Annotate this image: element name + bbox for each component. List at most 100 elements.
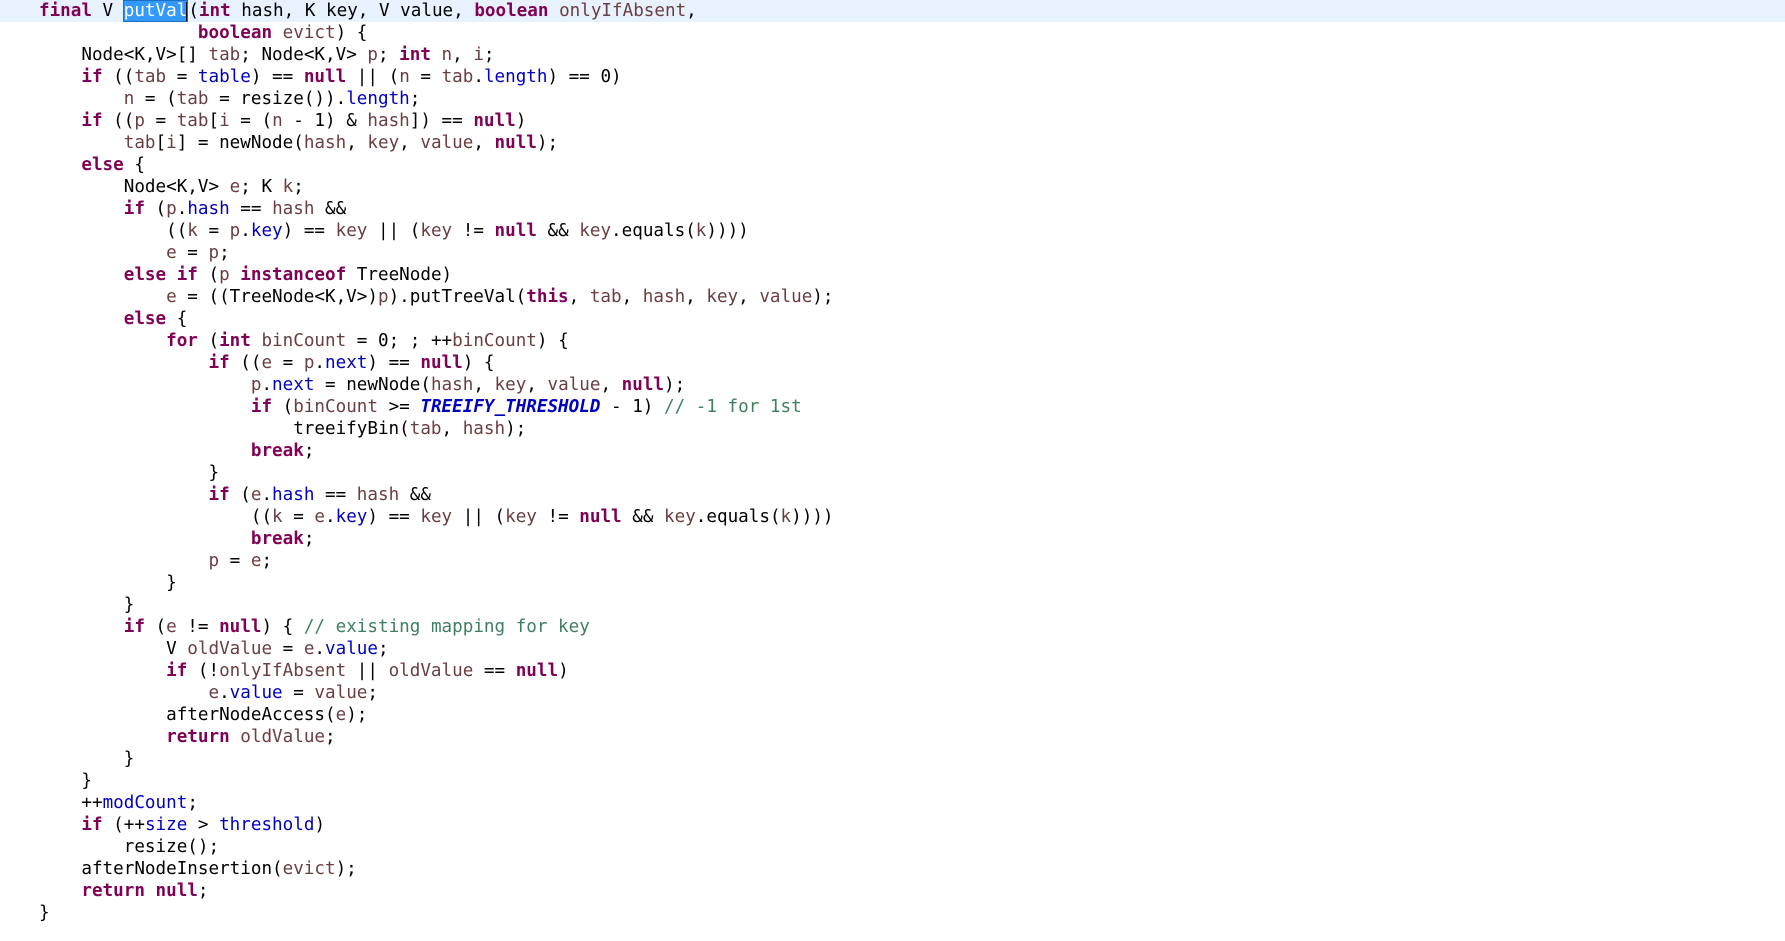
code-line[interactable]: e.value = value; [0,682,1785,704]
code-line[interactable]: for (int binCount = 0; ; ++binCount) { [0,330,1785,352]
variable-token: e [261,353,273,373]
code-line[interactable]: V oldValue = e.value; [0,638,1785,660]
code-token: - 1) & [282,111,368,131]
code-line[interactable]: if (p.hash == hash && [0,198,1785,220]
variable-token: key [706,287,739,307]
code-line[interactable]: tab[i] = newNode(hash, key, value, null)… [0,132,1785,154]
code-line[interactable]: } [0,572,1785,594]
code-line[interactable]: if ((e = p.next) == null) { [0,352,1785,374]
code-line[interactable]: e = p; [0,242,1785,264]
keyword-token: null [155,881,198,901]
code-token: ( [272,397,294,417]
code-line[interactable]: boolean evict) { [0,22,1785,44]
code-line[interactable]: afterNodeAccess(e); [0,704,1785,726]
variable-token: e [335,705,347,725]
variable-token: tab [441,67,474,87]
code-token: ; [483,45,495,65]
code-token: ( [229,485,251,505]
code-line[interactable]: else { [0,154,1785,176]
keyword-token: null [303,67,347,87]
code-line[interactable]: treeifyBin(tab, hash); [0,418,1785,440]
code-token: = 0; ; ++ [346,331,453,351]
keyword-token: instanceof [240,265,347,285]
code-token: , [473,133,495,153]
code-line[interactable]: } [0,462,1785,484]
keyword-token: if [208,353,230,373]
keyword-token: if [123,617,145,637]
code-line[interactable]: } [0,902,1785,924]
field-token: hash [187,199,230,219]
variable-token: value [420,133,474,153]
code-line[interactable]: Node<K,V>[] tab; Node<K,V> p; int n, i; [0,44,1785,66]
code-line[interactable]: ((k = e.key) == key || (key != null && k… [0,506,1785,528]
variable-token: key [579,221,612,241]
code-line[interactable]: n = (tab = resize()).length; [0,88,1785,110]
code-token: TreeNode) [346,265,453,285]
code-line[interactable]: if ((p = tab[i = (n - 1) & hash]) == nul… [0,110,1785,132]
variable-token: p [250,375,262,395]
code-line[interactable]: } [0,748,1785,770]
code-token: (( [39,507,273,527]
code-line[interactable]: } [0,770,1785,792]
keyword-token: if [176,265,198,285]
code-line[interactable]: final V putVal(int hash, K key, V value,… [0,0,1785,22]
code-line[interactable]: break; [0,440,1785,462]
code-token: = [272,639,304,659]
code-line[interactable]: if (!onlyIfAbsent || oldValue == null) [0,660,1785,682]
code-line[interactable]: return null; [0,880,1785,902]
code-token: .equals( [611,221,696,241]
code-line[interactable]: if (binCount >= TREEIFY_THRESHOLD - 1) /… [0,396,1785,418]
code-token: [ [155,133,167,153]
code-line[interactable]: if (e.hash == hash && [0,484,1785,506]
variable-token: hash [462,419,506,439]
code-line[interactable]: e = ((TreeNode<K,V>)p).putTreeVal(this, … [0,286,1785,308]
variable-token: binCount [452,331,537,351]
code-line[interactable]: ((k = p.key) == key || (key != null && k… [0,220,1785,242]
code-token: ; [197,881,209,901]
code-token: || ( [346,67,400,87]
code-line[interactable]: afterNodeInsertion(evict); [0,858,1785,880]
code-line[interactable]: Node<K,V> e; K k; [0,176,1785,198]
code-token: . [219,683,230,703]
code-line[interactable]: if (e != null) { // existing mapping for… [0,616,1785,638]
variable-token: onlyIfAbsent [559,1,687,21]
code-line[interactable]: else if (p instanceof TreeNode) [0,264,1785,286]
code-token: , [526,375,548,395]
code-token: ( [197,265,220,285]
code-token: (( [229,353,262,373]
code-line[interactable]: p = e; [0,550,1785,572]
code-token: && [314,199,347,219]
code-token: , [452,45,474,65]
constant-token: TREEIFY_THRESHOLD [420,397,601,417]
variable-token: value [314,683,368,703]
code-line[interactable]: resize(); [0,836,1785,858]
code-token: = [144,111,177,131]
code-token: } [39,463,220,483]
code-line[interactable]: ++modCount; [0,792,1785,814]
code-token: > [187,815,220,835]
code-line[interactable]: if (++size > threshold) [0,814,1785,836]
code-line[interactable]: p.next = newNode(hash, key, value, null)… [0,374,1785,396]
code-token: Node<K,V>[] [39,45,209,65]
code-line[interactable]: else { [0,308,1785,330]
code-area[interactable]: final V putVal(int hash, K key, V value,… [0,0,1785,924]
code-editor[interactable]: final V putVal(int hash, K key, V value,… [0,0,1785,941]
code-line[interactable]: return oldValue; [0,726,1785,748]
code-line[interactable]: if ((tab = table) == null || (n = tab.le… [0,66,1785,88]
field-token: table [197,67,251,87]
code-token: )))) [706,221,749,241]
code-line[interactable]: } [0,594,1785,616]
variable-token: oldValue [240,727,326,747]
code-line[interactable]: break; [0,528,1785,550]
code-token: == [229,199,273,219]
field-token: key [335,507,368,527]
code-token: ] = newNode( [176,133,304,153]
